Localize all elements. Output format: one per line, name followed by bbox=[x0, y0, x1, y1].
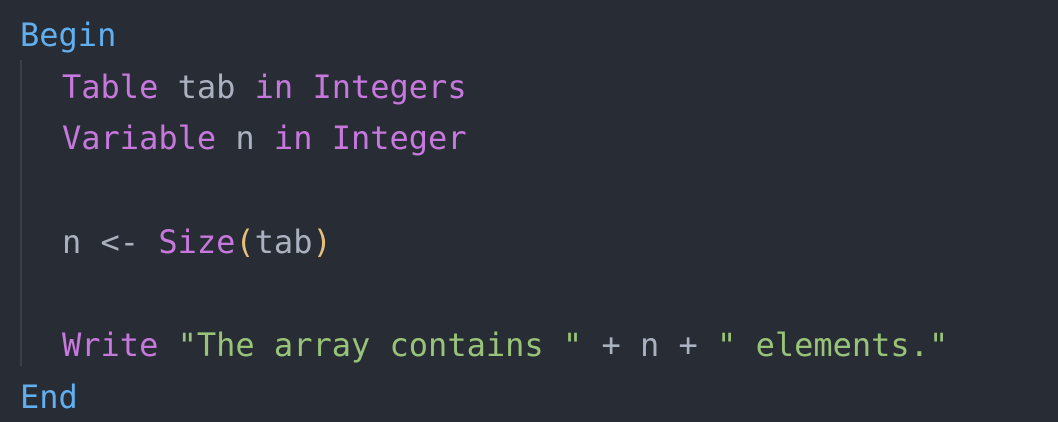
plus-operator: + bbox=[601, 326, 621, 365]
variable-keyword: Variable bbox=[62, 119, 217, 158]
code-line-table-declaration: Table tab in Integers bbox=[0, 62, 1058, 114]
table-identifier: tab bbox=[177, 67, 236, 106]
write-variable: n bbox=[639, 326, 660, 365]
variable-identifier: n bbox=[235, 119, 255, 158]
close-paren: ) bbox=[312, 222, 332, 261]
type-keyword: Integers bbox=[312, 67, 467, 106]
string-literal: " elements." bbox=[717, 326, 949, 365]
assign-target: n bbox=[62, 222, 82, 261]
begin-keyword: Begin bbox=[20, 16, 117, 54]
plus-operator: + bbox=[678, 326, 698, 365]
code-line-begin: Begin bbox=[0, 10, 1058, 62]
code-line-assignment: n <- Size(tab) bbox=[0, 217, 1058, 269]
write-keyword: Write bbox=[62, 326, 159, 365]
code-line-write: Write "The array contains " + n + " elem… bbox=[0, 320, 1058, 372]
code-line-variable-declaration: Variable n in Integer bbox=[0, 113, 1058, 165]
code-editor[interactable]: Begin Table tab in Integers Variable n i… bbox=[0, 0, 1058, 422]
string-literal: "The array contains " bbox=[177, 326, 583, 365]
table-keyword: Table bbox=[62, 67, 159, 106]
type-keyword: Integer bbox=[331, 119, 467, 158]
size-argument: tab bbox=[254, 222, 313, 261]
end-keyword: End bbox=[20, 377, 78, 416]
open-paren: ( bbox=[235, 222, 255, 261]
in-keyword: in bbox=[254, 67, 294, 106]
assign-operator: <- bbox=[100, 222, 140, 261]
code-line-end: End bbox=[0, 372, 1058, 422]
in-keyword: in bbox=[273, 119, 313, 158]
size-function: Size bbox=[158, 222, 236, 261]
